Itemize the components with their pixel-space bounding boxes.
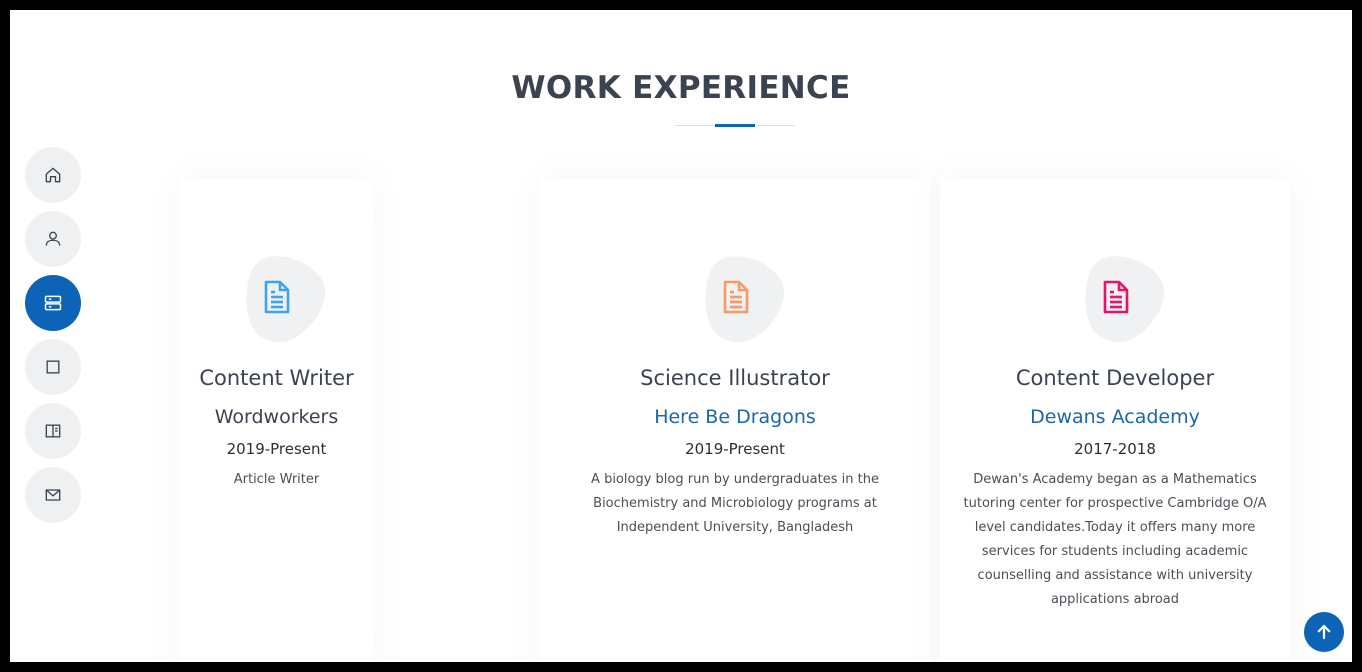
job-description: A biology blog run by undergraduates in … — [591, 472, 879, 535]
section-title: WORK EXPERIENCE — [511, 70, 851, 106]
job-period: 2019-Present — [226, 440, 327, 458]
job-title: Science Illustrator — [640, 366, 830, 390]
organization-link[interactable]: Dewans Academy — [940, 406, 1290, 428]
job-description: Article Writer — [233, 472, 320, 487]
job-description: Dewan's Academy began as a Mathematics t… — [963, 472, 1267, 607]
arrow-up-icon — [1317, 624, 1331, 640]
nav-about-button[interactable] — [25, 211, 81, 267]
experience-card: Content Writer Wordworkers 2019-Present … — [180, 178, 373, 662]
book-icon — [45, 424, 61, 438]
job-title: Content Developer — [1015, 366, 1215, 390]
card-icon-badge — [702, 254, 784, 344]
page-frame: WORK EXPERIENCE Content Writer Wordworke… — [10, 10, 1352, 662]
server-icon — [44, 295, 62, 311]
nav-contact-button[interactable] — [25, 467, 81, 523]
title-divider-accent — [715, 124, 755, 127]
nav-experience-button[interactable] — [25, 275, 81, 331]
nav-resume-button[interactable] — [25, 403, 81, 459]
envelope-icon — [45, 489, 61, 501]
job-period: 2017-2018 — [1074, 440, 1156, 458]
home-icon — [45, 167, 61, 183]
organization-name: Wordworkers — [214, 406, 339, 428]
card-icon-badge — [1082, 254, 1164, 344]
nav-home-button[interactable] — [25, 147, 81, 203]
job-period: 2019-Present — [685, 440, 785, 458]
document-icon — [264, 280, 290, 314]
nav-portfolio-button[interactable] — [25, 339, 81, 395]
user-icon — [45, 231, 61, 246]
experience-card: Science Illustrator Here Be Dragons 2019… — [540, 178, 930, 662]
job-title: Content Writer — [199, 366, 354, 390]
back-to-top-button[interactable] — [1304, 612, 1344, 652]
square-icon — [46, 360, 60, 374]
document-icon — [723, 280, 749, 314]
document-icon — [1103, 280, 1129, 314]
experience-card: Content Developer Dewans Academy 2017-20… — [940, 178, 1290, 662]
card-icon-badge — [243, 254, 325, 344]
organization-link[interactable]: Here Be Dragons — [540, 406, 930, 428]
